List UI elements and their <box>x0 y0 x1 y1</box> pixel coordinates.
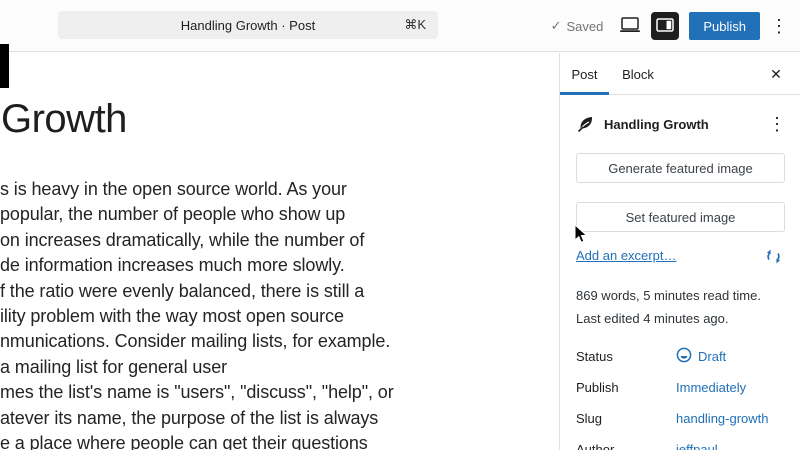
draft-status-icon <box>676 347 692 366</box>
leaf-icon <box>576 114 596 134</box>
status-value[interactable]: Draft <box>676 347 726 366</box>
field-label: Author <box>576 442 676 450</box>
laptop-icon <box>619 16 641 37</box>
add-excerpt-link[interactable]: Add an excerpt… <box>576 248 676 263</box>
last-edited-line: Last edited 4 minutes ago. <box>576 307 784 330</box>
tab-post[interactable]: Post <box>560 53 609 95</box>
field-label: Publish <box>576 380 676 395</box>
body-line[interactable]: nmunications. Consider mailing lists, fo… <box>0 329 430 354</box>
editor-canvas[interactable]: Growth s is heavy in the open source wor… <box>0 53 558 450</box>
editor-topbar: Handling Growth · Post ⌘K ✓ Saved Pu <box>0 0 800 52</box>
generate-featured-image-button[interactable]: Generate featured image <box>576 153 785 183</box>
body-line[interactable]: de information increases much more slowl… <box>0 253 430 278</box>
saved-status: ✓ Saved <box>551 18 604 34</box>
topbar-actions: ✓ Saved Publish ⋮ <box>551 11 790 41</box>
tab-block[interactable]: Block <box>609 53 667 95</box>
post-paragraph[interactable]: s is heavy in the open source world. As … <box>0 177 430 450</box>
body-line[interactable]: s is heavy in the open source world. As … <box>0 177 430 202</box>
saved-label: Saved <box>566 19 603 34</box>
body-line[interactable]: f the ratio were evenly balanced, there … <box>0 279 430 304</box>
field-row-publish: Publish Immediately <box>576 374 784 400</box>
publish-time-value[interactable]: Immediately <box>676 380 746 395</box>
command-palette-shortcut: ⌘K <box>404 17 426 33</box>
body-line[interactable]: mes the list's name is "users", "discuss… <box>0 380 430 405</box>
field-label: Slug <box>576 411 676 426</box>
field-row-author: Author jeffpaul <box>576 436 784 450</box>
check-icon: ✓ <box>551 18 562 34</box>
body-line[interactable]: e a place where people can get their que… <box>0 431 430 450</box>
preview-button[interactable] <box>617 12 643 40</box>
author-value[interactable]: jeffpaul <box>676 442 718 450</box>
publish-button[interactable]: Publish <box>689 12 760 40</box>
slug-value[interactable]: handling-growth <box>676 411 769 426</box>
generate-excerpt-icon[interactable] <box>765 248 782 265</box>
status-text: Draft <box>698 349 726 364</box>
post-summary-header: Handling Growth ⋮ <box>560 95 800 147</box>
field-label: Status <box>576 349 676 364</box>
post-card-title: Handling Growth <box>604 117 766 132</box>
post-actions-menu[interactable]: ⋮ <box>766 111 788 137</box>
body-line[interactable]: ility problem with the way most open sou… <box>0 304 430 329</box>
body-line[interactable]: on increases dramatically, while the num… <box>0 228 430 253</box>
word-count-line: 869 words, 5 minutes read time. <box>576 284 784 307</box>
close-sidebar-button[interactable]: ✕ <box>764 62 788 86</box>
settings-sidebar-toggle[interactable] <box>651 12 679 40</box>
field-row-slug: Slug handling-growth <box>576 405 784 431</box>
post-fields: Status Draft Publish Immediately Slug ha… <box>576 343 784 450</box>
settings-sidebar: Post Block ✕ Handling Growth ⋮ Generate … <box>559 53 800 450</box>
post-title-partial[interactable]: Growth <box>1 97 127 142</box>
body-line[interactable]: popular, the number of people who show u… <box>0 202 430 227</box>
set-featured-image-button[interactable]: Set featured image <box>576 202 785 232</box>
field-row-status: Status Draft <box>576 343 784 369</box>
sidebar-tabs: Post Block ✕ <box>560 53 800 95</box>
post-meta: 869 words, 5 minutes read time. Last edi… <box>576 284 784 330</box>
options-menu-button[interactable]: ⋮ <box>768 13 790 39</box>
document-title: Handling Growth · Post <box>181 18 315 33</box>
sidebar-panel-icon <box>656 18 674 35</box>
body-line[interactable]: a mailing list for general user <box>0 355 430 380</box>
excerpt-row: Add an excerpt… <box>576 248 784 266</box>
document-overview-pill[interactable]: Handling Growth · Post ⌘K <box>58 11 438 39</box>
cropped-admin-element <box>0 44 9 88</box>
body-line[interactable]: atever its name, the purpose of the list… <box>0 406 430 431</box>
